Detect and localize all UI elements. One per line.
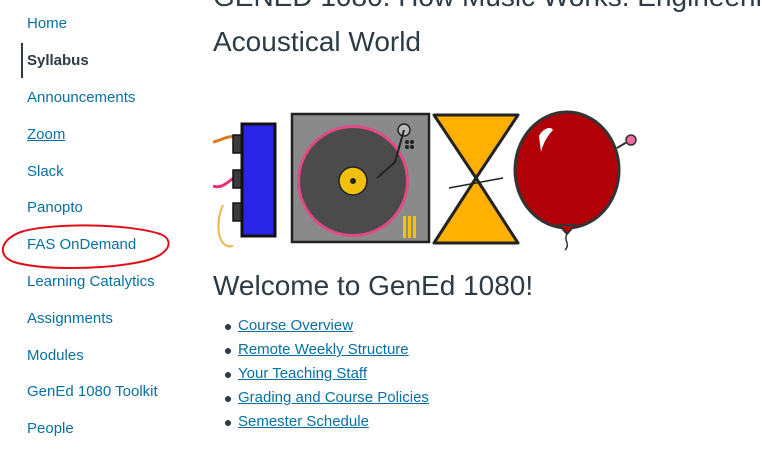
hourglass-icon xyxy=(432,113,520,245)
list-item: Grading and Course Policies xyxy=(213,387,429,411)
nav-item-learning-catalytics[interactable]: Learning Catalytics xyxy=(27,273,155,291)
nav-item-zoom[interactable]: Zoom xyxy=(27,126,65,144)
teaching-staff-link[interactable]: Your Teaching Staff xyxy=(238,365,367,382)
nav-item-gened-toolkit[interactable]: GenEd 1080 Toolkit xyxy=(27,383,158,401)
bullet-icon xyxy=(225,396,231,402)
semester-schedule-link[interactable]: Semester Schedule xyxy=(238,413,369,430)
remote-weekly-structure-link[interactable]: Remote Weekly Structure xyxy=(238,341,409,358)
list-item: Semester Schedule xyxy=(213,411,429,435)
list-item: Remote Weekly Structure xyxy=(213,339,429,363)
nav-item-announcements[interactable]: Announcements xyxy=(27,89,135,107)
red-annotation-circle xyxy=(1,224,170,269)
bullet-icon xyxy=(225,324,231,330)
page-title: GENED 1080: How Music Works: Engineering… xyxy=(213,0,762,57)
main-content: GENED 1080: How Music Works: Engineering… xyxy=(213,0,762,455)
nav-item-people[interactable]: People xyxy=(27,420,74,438)
nav-item-home[interactable]: Home xyxy=(27,15,67,33)
nav-item-slack[interactable]: Slack xyxy=(27,163,64,181)
course-overview-link[interactable]: Course Overview xyxy=(238,317,353,334)
bullet-icon xyxy=(225,420,231,426)
balloon-icon xyxy=(513,110,637,251)
grading-policies-link[interactable]: Grading and Course Policies xyxy=(238,389,429,406)
bullet-icon xyxy=(225,372,231,378)
blue-fader-icon xyxy=(232,122,277,238)
welcome-heading: Welcome to GenEd 1080! xyxy=(213,270,534,301)
active-item-indicator xyxy=(21,43,23,78)
course-navigation: Home Syllabus Announcements Zoom Slack P… xyxy=(0,0,200,455)
nav-item-panopto[interactable]: Panopto xyxy=(27,199,83,217)
course-banner-image xyxy=(213,110,637,251)
list-item: Your Teaching Staff xyxy=(213,363,429,387)
course-links-list: Course Overview Remote Weekly Structure … xyxy=(213,315,429,435)
nav-item-syllabus[interactable]: Syllabus xyxy=(27,52,89,70)
nav-item-assignments[interactable]: Assignments xyxy=(27,310,113,328)
bullet-icon xyxy=(225,348,231,354)
nav-item-modules[interactable]: Modules xyxy=(27,347,84,365)
turntable-icon xyxy=(290,112,431,244)
list-item: Course Overview xyxy=(213,315,429,339)
